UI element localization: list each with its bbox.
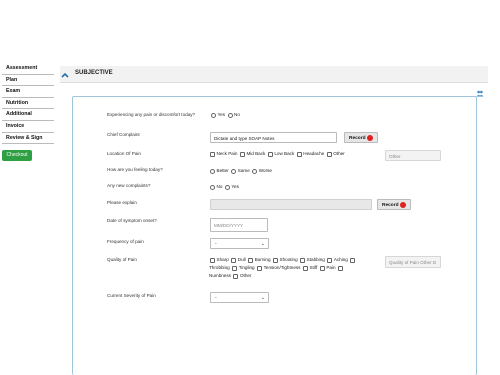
- frequency-select[interactable]: - ⌄: [210, 238, 269, 249]
- stiff-checkbox[interactable]: [302, 265, 308, 271]
- section-header: SUBJECTIVE: [60, 66, 488, 83]
- severity-label: Current Severity of Pain: [107, 293, 156, 298]
- feeling-today-options: Better Same Worse: [209, 167, 273, 175]
- chief-complaint-record-button[interactable]: Record: [344, 132, 378, 143]
- neck-pain-checkbox[interactable]: [210, 151, 215, 157]
- headache-checkbox[interactable]: [296, 151, 302, 157]
- sidebar-item-assessment[interactable]: Assessment: [2, 63, 54, 75]
- symptom-onset-label: Date of symptom onset?: [107, 218, 157, 223]
- please-explain-label: Please explain: [107, 200, 137, 205]
- severity-select[interactable]: - ⌄: [210, 292, 269, 303]
- chevron-down-icon: ⌄: [260, 241, 265, 247]
- low-back-checkbox[interactable]: [267, 151, 273, 157]
- symptom-onset-date-input[interactable]: MM/DD/YYYY: [210, 218, 268, 232]
- chevron-down-icon: ⌄: [260, 295, 265, 301]
- sidebar-item-review-sign[interactable]: Review & Sign: [2, 133, 54, 145]
- sidebar-nav: Assessment Plan Exam Nutrition Additiona…: [2, 63, 54, 162]
- chief-complaint-label: Chief Complaint: [107, 132, 140, 137]
- mid-back-checkbox[interactable]: [239, 151, 245, 157]
- location-other-checkbox[interactable]: [326, 151, 332, 157]
- new-complaints-yes-radio[interactable]: [224, 184, 230, 190]
- subjective-form: Experiencing any pain or discomfort toda…: [72, 96, 477, 375]
- section-title: SUBJECTIVE: [75, 70, 113, 76]
- sidebar-item-additional[interactable]: Additional: [2, 109, 54, 121]
- checkout-button[interactable]: Checkout: [2, 150, 32, 162]
- sidebar-item-nutrition[interactable]: Nutrition: [2, 98, 54, 110]
- numbness-checkbox[interactable]: [338, 265, 344, 271]
- sidebar-item-plan[interactable]: Plan: [2, 75, 54, 87]
- users-icon[interactable]: [476, 84, 484, 102]
- please-explain-record-button[interactable]: Record: [377, 199, 411, 210]
- sidebar-item-invoice[interactable]: Invoice: [2, 121, 54, 133]
- pain-yes-radio[interactable]: [211, 112, 216, 118]
- sharp-checkbox[interactable]: [210, 257, 215, 263]
- chief-complaint-input[interactable]: Dictate and type SOAP Notes: [210, 132, 337, 143]
- location-of-pain-options: Neck Pain Mid Back Low Back Headache Oth…: [209, 150, 346, 158]
- feeling-today-label: How are you feeling today?: [107, 167, 163, 172]
- pain-checkbox[interactable]: [319, 265, 325, 271]
- tension-tightness-checkbox[interactable]: [257, 265, 263, 271]
- better-radio[interactable]: [210, 168, 215, 174]
- quality-other-checkbox[interactable]: [233, 273, 239, 279]
- quality-other-input[interactable]: Quality of Pain Other D: [385, 256, 441, 268]
- tingling-checkbox[interactable]: [232, 265, 238, 271]
- throbbing-checkbox[interactable]: [350, 257, 356, 263]
- location-of-pain-label: Location Of Pain: [107, 151, 141, 156]
- dull-checkbox[interactable]: [231, 257, 237, 263]
- chevron-up-icon[interactable]: [60, 68, 70, 79]
- location-other-input[interactable]: Other: [385, 150, 441, 161]
- new-complaints-label: Any new complaints?: [107, 183, 151, 188]
- new-complaints-options: No Yes: [209, 183, 240, 191]
- stabbing-checkbox[interactable]: [300, 257, 306, 263]
- frequency-label: Frequency of pain: [107, 239, 144, 244]
- new-complaints-no-radio[interactable]: [210, 184, 215, 190]
- same-radio[interactable]: [231, 168, 237, 174]
- sidebar-item-exam[interactable]: Exam: [2, 86, 54, 98]
- aching-checkbox[interactable]: [327, 257, 333, 263]
- pain-no-radio[interactable]: [227, 112, 233, 118]
- worse-radio[interactable]: [252, 168, 258, 174]
- quality-of-pain-options: Sharp Dull Burning Shooting Stabbing Ach…: [209, 256, 367, 280]
- record-dot-icon: [367, 135, 373, 141]
- record-dot-icon: [400, 202, 406, 208]
- shooting-checkbox[interactable]: [273, 257, 279, 263]
- burning-checkbox[interactable]: [248, 257, 254, 263]
- pain-discomfort-label: Experiencing any pain or discomfort toda…: [107, 112, 196, 117]
- pain-discomfort-options: Yes No: [210, 111, 241, 119]
- please-explain-input[interactable]: [210, 199, 372, 210]
- quality-of-pain-label: Quality of Pain: [107, 257, 137, 262]
